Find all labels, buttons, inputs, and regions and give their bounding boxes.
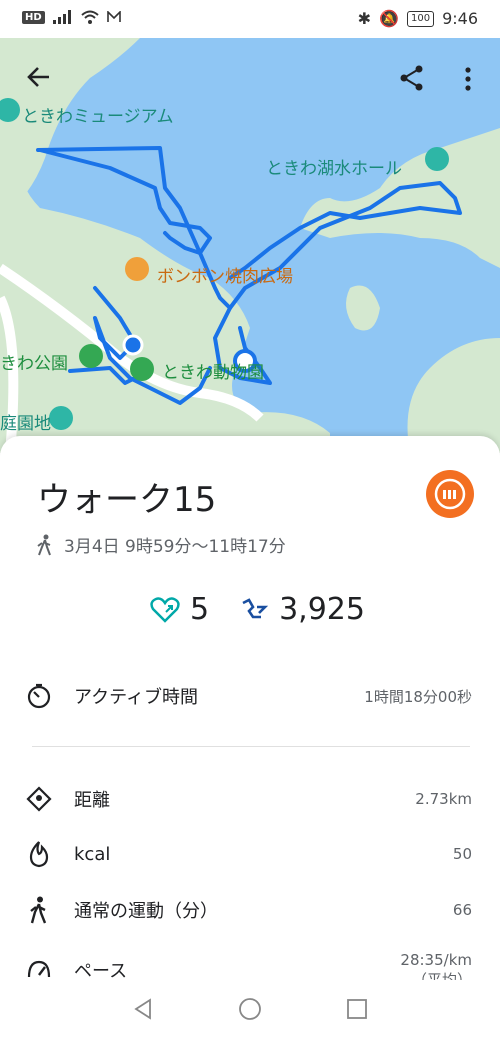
mi-app-logo xyxy=(426,470,474,518)
steps-icon xyxy=(242,597,269,618)
heart-points-value: 5 xyxy=(190,592,210,627)
active-time-label: アクティブ時間 xyxy=(74,687,199,708)
kcal-value: 50 xyxy=(452,845,472,863)
route-map[interactable]: ときわミュージアム ときわ湖水ホール ボンボン焼肉広場 きわ公園 ときわ動物園 … xyxy=(0,38,500,454)
status-left: HD xyxy=(22,10,121,24)
activity-subline: 3月4日 9時59分〜11時17分 xyxy=(36,532,286,557)
map-label-zoo[interactable]: ときわ動物園 xyxy=(162,358,264,383)
map-label-park[interactable]: きわ公園 xyxy=(0,349,68,374)
bbq-pin xyxy=(125,257,149,281)
wifi-icon xyxy=(81,10,99,24)
activity-title: ウォーク15 xyxy=(37,480,217,520)
row-move-minutes: 通常の運動（分） 66 xyxy=(24,886,472,934)
signal-icon xyxy=(52,10,71,24)
map-label-lake-hall[interactable]: ときわ湖水ホール xyxy=(266,154,402,179)
share-button[interactable] xyxy=(398,64,426,96)
section-divider xyxy=(32,746,470,747)
nav-recents-icon[interactable] xyxy=(346,998,368,1020)
map-label-museum[interactable]: ときわミュージアム xyxy=(22,102,173,127)
activity-datetime: 3月4日 9時59分〜11時17分 xyxy=(64,537,286,557)
heart-points-icon xyxy=(150,596,180,623)
share-icon xyxy=(400,65,423,91)
move-minutes-value: 66 xyxy=(452,901,472,919)
status-bar: HD ✱ 🔕 100 9:46 xyxy=(0,0,500,38)
location-diamond-icon xyxy=(24,784,54,814)
mi-logo-icon xyxy=(434,478,466,510)
mail-icon xyxy=(106,11,121,22)
mute-bell-icon: 🔕 xyxy=(379,9,399,28)
walk-small-icon xyxy=(37,534,51,555)
back-button[interactable] xyxy=(25,63,53,95)
pace-value: 28:35/km xyxy=(400,951,472,969)
row-distance: 距離 2.73km xyxy=(24,775,472,823)
park-pin xyxy=(79,344,103,368)
nav-back-icon[interactable] xyxy=(132,997,154,1020)
system-nav-bar xyxy=(0,980,500,1037)
timer-icon xyxy=(24,681,54,711)
map-label-garden[interactable]: 庭園地 xyxy=(0,409,51,434)
more-vert-icon xyxy=(465,67,471,91)
more-options-button[interactable] xyxy=(462,66,474,96)
map-label-bbq[interactable]: ボンボン焼肉広場 xyxy=(157,262,293,287)
row-kcal: kcal 50 xyxy=(24,830,472,878)
kcal-label: kcal xyxy=(74,843,111,865)
fire-icon xyxy=(24,839,54,869)
move-minutes-label: 通常の運動（分） xyxy=(74,901,218,922)
zoo-pin xyxy=(130,357,154,381)
garden-pin xyxy=(49,406,73,430)
start-marker xyxy=(122,334,144,356)
status-time: 9:46 xyxy=(442,9,478,28)
activity-sheet: ウォーク15 3月4日 9時59分〜11時17分 5 3,925 アクティブ時間… xyxy=(0,436,500,1037)
bluetooth-icon: ✱ xyxy=(357,9,372,28)
active-time-value: 1時間18分00秒 xyxy=(364,687,472,706)
heart-points-stat: 5 xyxy=(150,592,209,627)
steps-stat: 3,925 xyxy=(239,592,365,627)
lake-hall-pin xyxy=(425,147,449,171)
row-active-time: アクティブ時間 1時間18分00秒 xyxy=(24,672,472,720)
summary-stats: 5 3,925 xyxy=(150,592,365,627)
distance-value: 2.73km xyxy=(415,790,472,808)
map-canvas xyxy=(0,38,500,454)
walk-icon xyxy=(24,895,54,925)
battery-icon: 100 xyxy=(406,10,435,27)
status-right: ✱ 🔕 100 9:46 xyxy=(358,9,478,28)
arrow-back-icon xyxy=(27,67,49,87)
distance-label: 距離 xyxy=(74,790,110,811)
nav-home-icon[interactable] xyxy=(238,997,262,1021)
steps-value: 3,925 xyxy=(279,592,365,627)
hd-badge: HD xyxy=(22,10,45,24)
